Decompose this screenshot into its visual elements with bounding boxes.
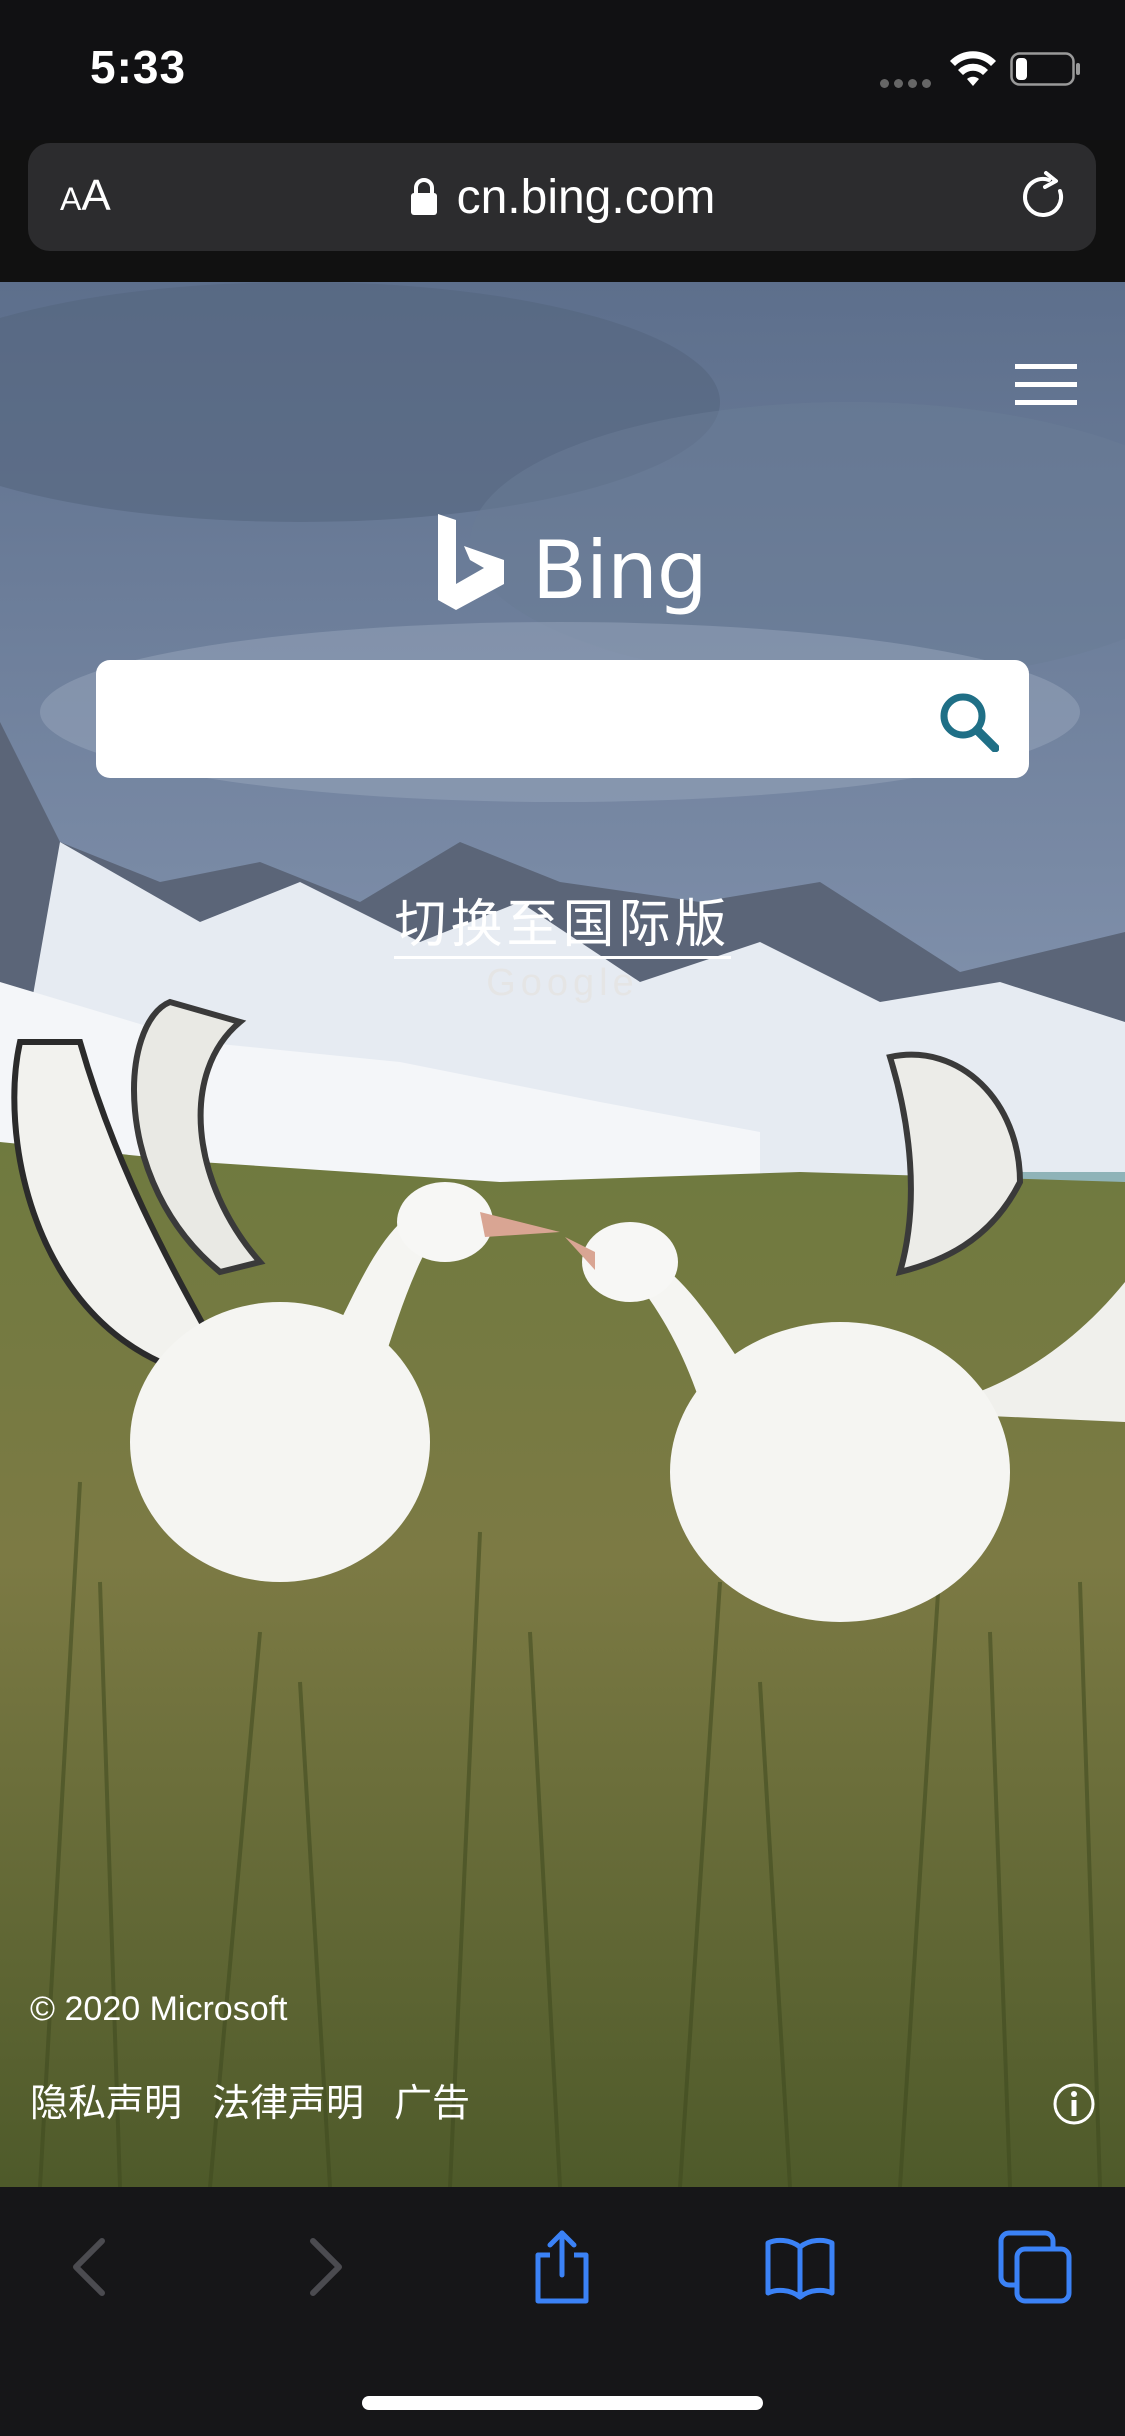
cellular-icon <box>880 75 936 88</box>
battery-icon <box>1010 52 1080 86</box>
bing-logo[interactable]: Bing <box>436 512 708 617</box>
share-button[interactable] <box>522 2227 602 2307</box>
footer-links: 隐私声明 法律声明 广告 <box>30 2072 470 2127</box>
address-bar[interactable]: A A cn.bing.com <box>28 143 1096 251</box>
ads-link[interactable]: 广告 <box>394 2072 470 2127</box>
search-icon[interactable] <box>937 690 999 752</box>
status-bar: 5:33 <box>0 0 1125 140</box>
privacy-link[interactable]: 隐私声明 <box>30 2072 182 2127</box>
info-icon[interactable] <box>1052 2082 1096 2126</box>
menu-icon[interactable] <box>1015 362 1077 408</box>
lock-icon <box>410 178 437 215</box>
tabs-button[interactable] <box>995 2227 1075 2307</box>
bing-homepage: Bing 切换至国际版 Google © 2020 Microsoft 隐私声明… <box>0 282 1125 2187</box>
copyright-text: © 2020 Microsoft <box>30 1990 288 2028</box>
forward-button[interactable] <box>285 2227 365 2307</box>
switch-international-label: 切换至国际版 <box>394 896 731 959</box>
bookmarks-button[interactable] <box>760 2227 840 2307</box>
url-text: cn.bing.com <box>456 170 716 224</box>
legal-link[interactable]: 法律声明 <box>212 2072 364 2127</box>
reload-icon[interactable] <box>1016 169 1072 225</box>
search-box[interactable] <box>96 660 1029 778</box>
back-button[interactable] <box>50 2227 130 2307</box>
switch-international-link[interactable]: 切换至国际版 <box>0 882 1125 959</box>
search-input[interactable] <box>120 680 920 758</box>
google-link[interactable]: Google <box>0 962 1125 1005</box>
status-time: 5:33 <box>90 41 187 93</box>
bing-logo-text: Bing <box>532 524 708 617</box>
home-indicator[interactable] <box>362 2396 763 2410</box>
wifi-icon <box>950 51 996 86</box>
bing-logo-icon <box>438 514 504 610</box>
url-display[interactable]: cn.bing.com <box>28 165 1096 229</box>
